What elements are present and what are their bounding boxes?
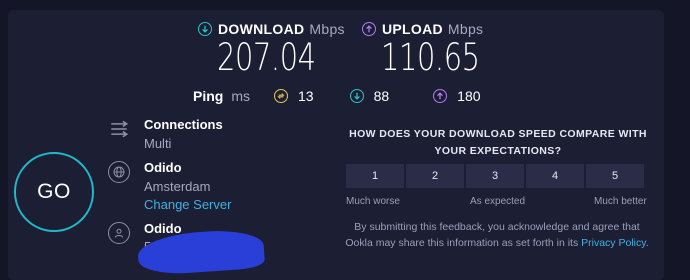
user-icon [108,222,130,244]
globe-icon [108,161,130,183]
download-latency-icon [349,89,364,103]
host-title: Odido [144,160,182,175]
scale-low-label: Much worse [346,196,400,207]
download-arrow-icon [198,22,212,36]
upload-label: UPLOAD [382,21,443,37]
ping-row: Ping ms 13 88 180 [193,88,481,104]
upload-unit: Mbps [447,21,484,37]
download-value: 207.04 [217,36,316,79]
provider-title: Odido [144,221,182,236]
ping-unit: ms [231,88,251,104]
idle-latency-icon [274,89,289,103]
rating-option-2[interactable]: 2 [406,164,464,188]
rating-scale: 1 2 3 4 5 [346,164,644,188]
go-button-label: GO [37,180,71,203]
disclaimer-end: . [645,237,649,249]
download-label: DOWNLOAD [218,21,305,37]
upload-value: 110.65 [381,36,480,79]
go-button[interactable]: GO [14,152,94,232]
download-header: DOWNLOAD Mbps [198,21,345,37]
feedback-question: HOW DOES YOUR DOWNLOAD SPEED COMPARE WIT… [349,128,647,157]
ping-upload: 180 [433,88,481,104]
upload-header: UPLOAD Mbps [362,21,483,37]
ping-idle-value: 13 [298,88,314,104]
connections-title: Connections [144,117,223,132]
rating-option-4[interactable]: 4 [526,164,584,188]
connections-value[interactable]: Multi [144,136,171,151]
privacy-policy-link[interactable]: Privacy Policy [581,237,646,249]
ping-label: Ping [193,88,224,104]
rating-option-5[interactable]: 5 [586,164,644,188]
scale-high-label: Much better [594,196,647,207]
rating-option-1[interactable]: 1 [346,164,404,188]
change-server-link[interactable]: Change Server [144,197,231,212]
rating-option-3[interactable]: 3 [466,164,524,188]
connections-icon [108,118,130,140]
upload-arrow-icon [362,22,376,36]
ping-download-value: 88 [373,88,390,104]
host-location: Amsterdam [144,179,211,194]
ping-download: 88 [349,88,390,104]
download-unit: Mbps [309,21,345,37]
ping-upload-value: 180 [457,88,481,104]
ping-idle: 13 [274,88,314,104]
scale-mid-label: As expected [470,196,526,207]
feedback-disclaimer: By submitting this feedback, you acknowl… [344,219,650,251]
upload-latency-icon [433,89,448,103]
